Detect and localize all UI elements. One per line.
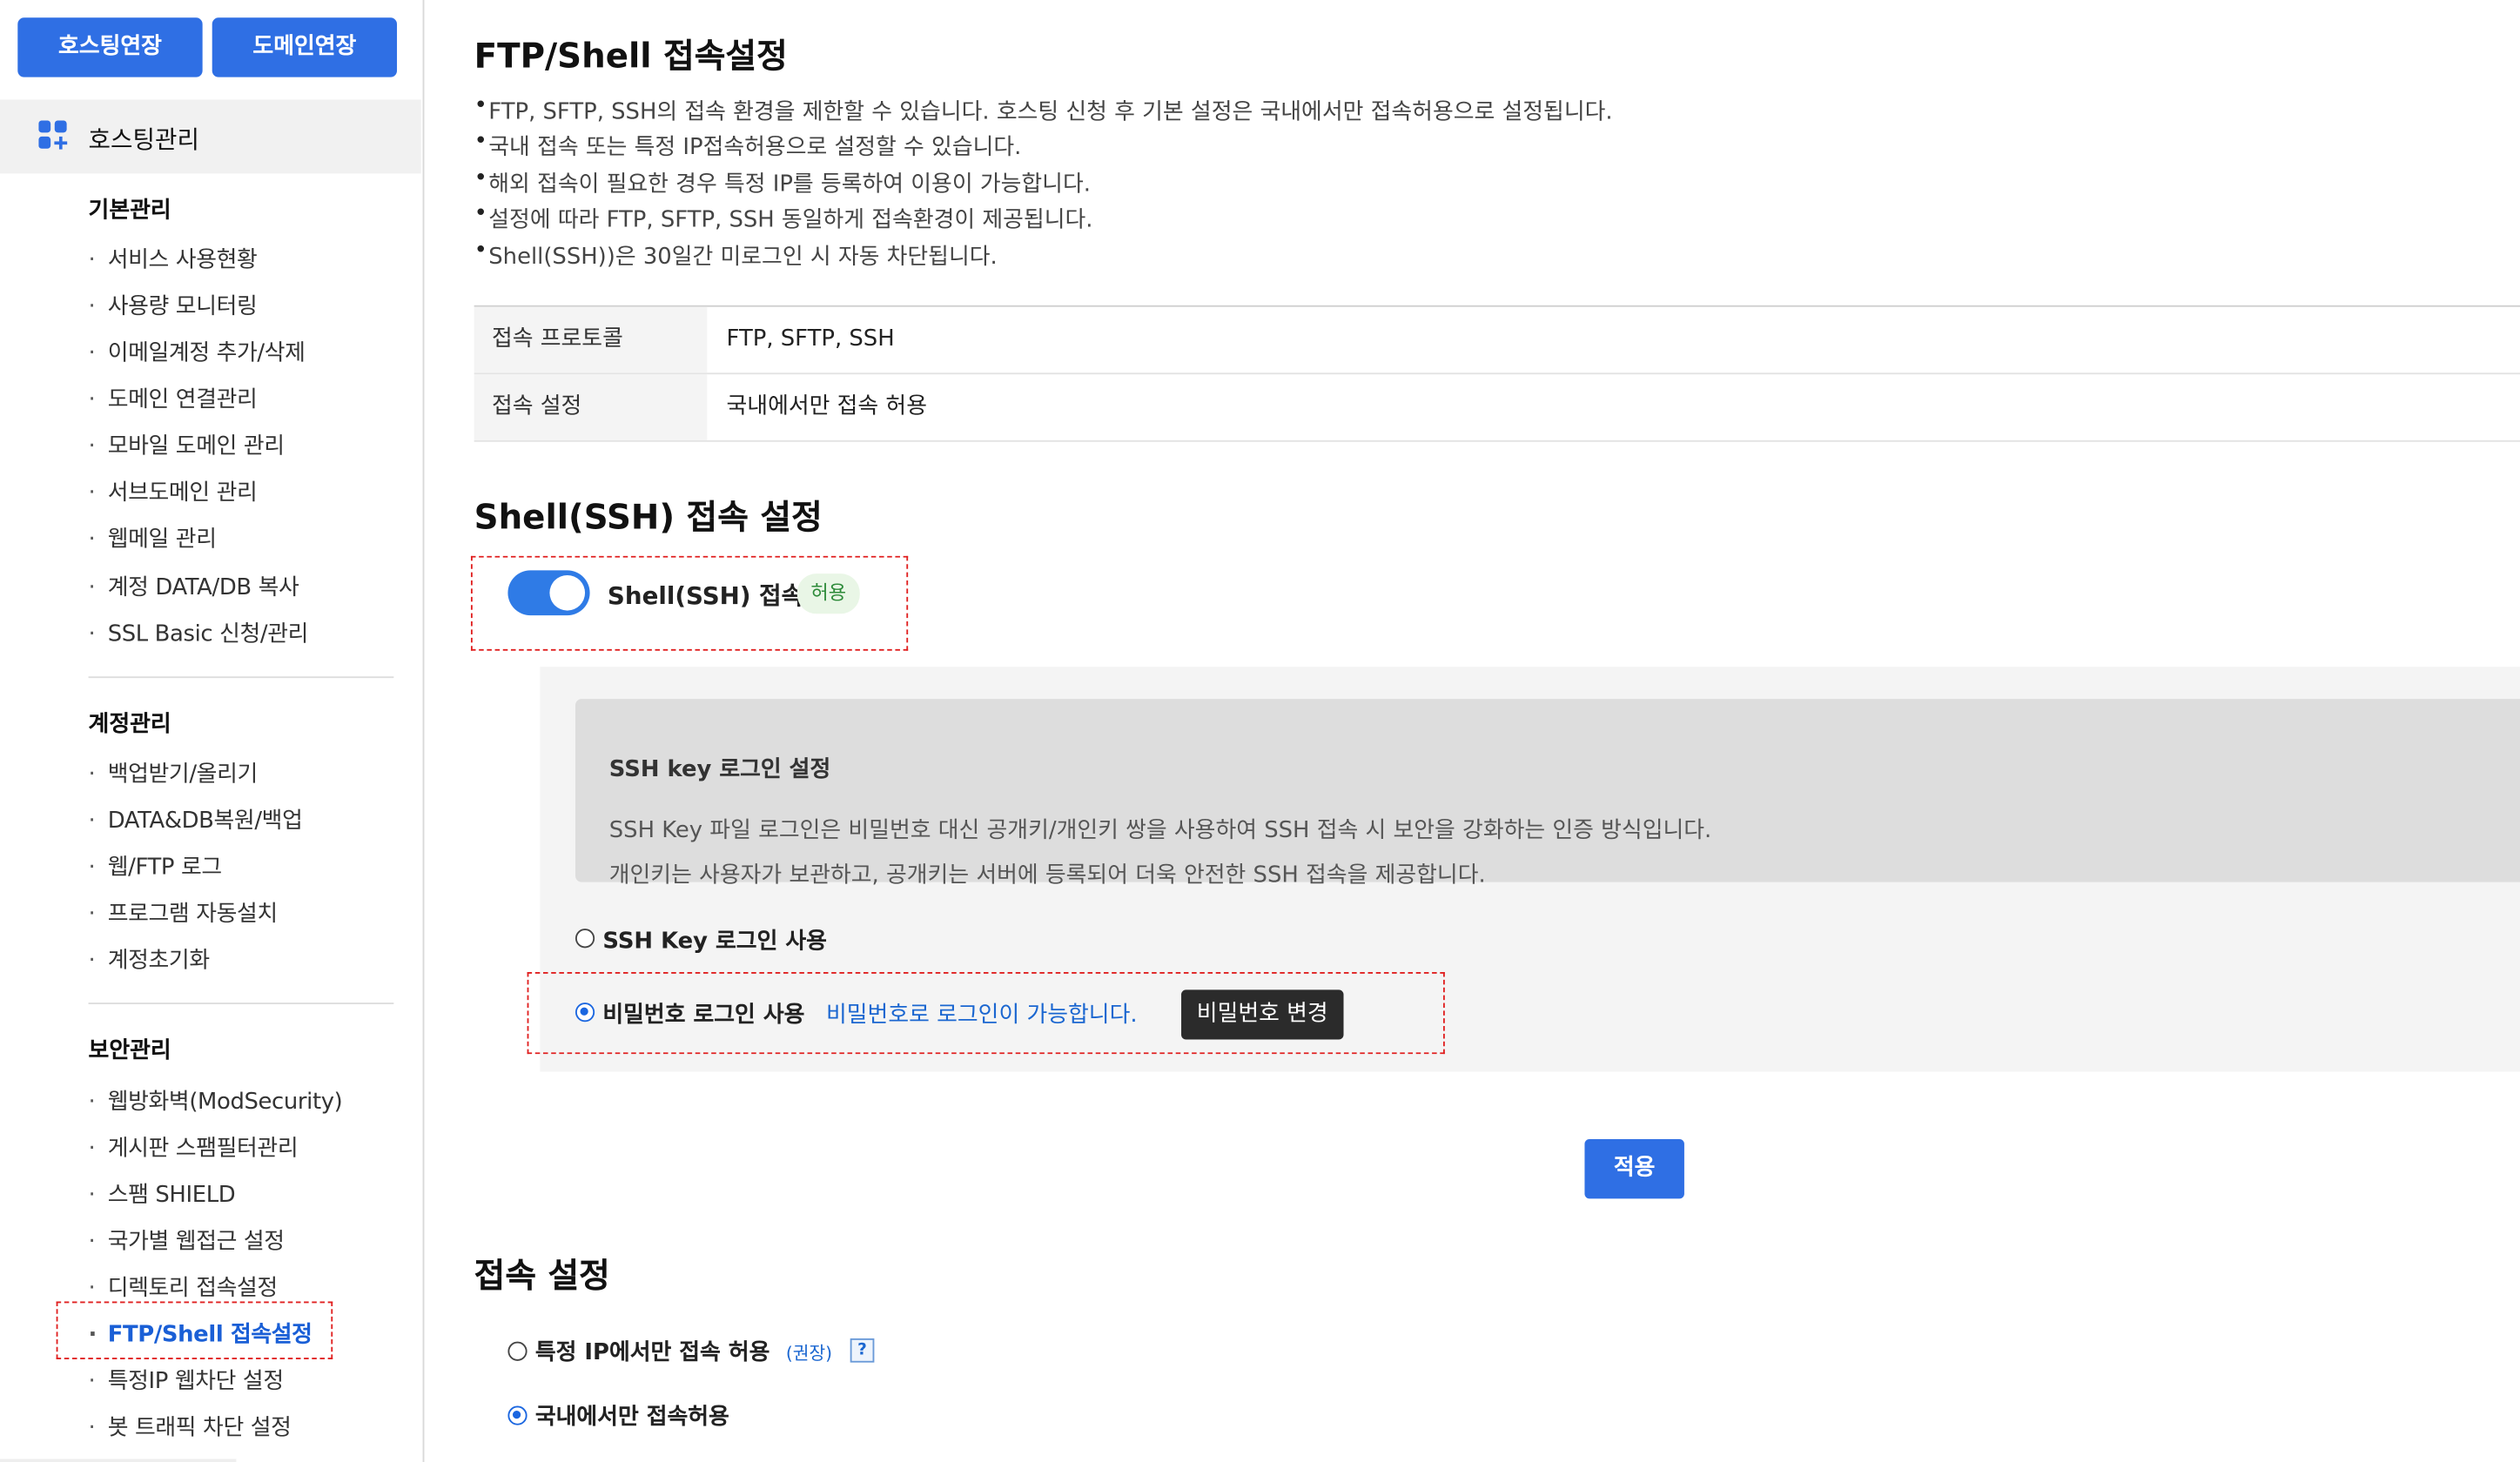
sidebar-item-email-accounts[interactable]: · 이메일계정 추가/삭제 — [89, 336, 306, 368]
sidebar-divider — [88, 1003, 394, 1004]
ssh-key-description: SSH Key 파일 로그인은 비밀번호 대신 공개키/개인키 쌍을 사용하여 … — [608, 817, 1712, 844]
help-icon[interactable]: ? — [850, 1338, 875, 1363]
hosting-extend-button[interactable]: 호스팅연장 — [17, 17, 203, 77]
specific-ip-radio[interactable] — [507, 1341, 528, 1361]
domestic-only-radio[interactable] — [507, 1405, 528, 1425]
ssh-key-title: SSH key 로그인 설정 — [608, 756, 831, 783]
settings-summary-table: 접속 프로토콜 FTP, SFTP, SSH 접속 설정 국내에서만 접속 허용 — [474, 305, 2520, 442]
sidebar-item-logs[interactable]: · 웹/FTP 로그 — [89, 850, 223, 882]
sidebar-item-restore[interactable]: · DATA&DB복원/백업 — [89, 803, 303, 835]
section-title-account: 계정관리 — [88, 711, 171, 738]
domain-extend-button[interactable]: 도메인연장 — [212, 17, 398, 77]
table-value-cell: 국내에서만 접속 허용 — [726, 393, 927, 419]
bottom-divider — [0, 1459, 237, 1462]
sidebar-item-directory-access[interactable]: · 디렉토리 접속설정 — [89, 1271, 279, 1303]
info-bullet: 설정에 따라 FTP, SFTP, SSH 동일하게 접속환경이 제공됩니다. — [474, 201, 1093, 235]
domestic-only-label[interactable]: 국내에서만 접속허용 — [535, 1399, 729, 1432]
ssh-key-login-label[interactable]: SSH Key 로그인 사용 — [602, 924, 827, 956]
recommended-tag: (권장) — [785, 1343, 833, 1365]
info-bullet: 해외 접속이 필요한 경우 특정 IP를 등록하여 이용이 가능합니다. — [474, 165, 1091, 199]
active-item-highlight — [56, 1301, 333, 1359]
sidebar-item-ip-block[interactable]: · 특정IP 웹차단 설정 — [89, 1365, 285, 1397]
change-password-button[interactable]: 비밀번호 변경 — [1181, 989, 1344, 1040]
sidebar-item-usage-monitoring[interactable]: · 사용량 모니터링 — [89, 289, 258, 321]
grid-plus-icon — [38, 120, 68, 150]
sidebar-item-service-usage[interactable]: · 서비스 사용현황 — [89, 243, 258, 275]
sidebar-item-account-copy[interactable]: · 계정 DATA/DB 복사 — [89, 570, 299, 602]
section-title-security: 보안관리 — [88, 1037, 171, 1064]
sidebar: 호스팅연장 도메인연장 호스팅관리 기본관리 · 서비스 사용현황 · 사용량 모니… — [0, 0, 425, 1462]
password-login-radio[interactable] — [575, 1003, 595, 1023]
table-row: 접속 프로토콜 FTP, SFTP, SSH — [474, 306, 2520, 375]
table-value-cell: FTP, SFTP, SSH — [726, 325, 895, 352]
status-badge: 허용 — [796, 573, 860, 614]
sidebar-item-waf[interactable]: · 웹방화벽(ModSecurity) — [89, 1084, 343, 1117]
ssh-access-toggle[interactable] — [507, 570, 590, 616]
ssh-key-info-box: SSH key 로그인 설정 SSH Key 파일 로그인은 비밀번호 대신 공… — [575, 699, 2520, 889]
ssh-key-login-radio[interactable] — [575, 929, 595, 949]
sidebar-item-mobile-domain[interactable]: · 모바일 도메인 관리 — [89, 429, 286, 461]
password-login-label[interactable]: 비밀번호 로그인 사용 — [602, 998, 804, 1030]
table-row: 접속 설정 국내에서만 접속 허용 — [474, 374, 2520, 442]
password-login-hint: 비밀번호로 로그인이 가능합니다. — [825, 1003, 1138, 1029]
sidebar-item-auto-install[interactable]: · 프로그램 자동설치 — [89, 896, 279, 929]
sidebar-item-domain-connection[interactable]: · 도메인 연결관리 — [89, 382, 258, 414]
page-title: FTP/Shell 접속설정 — [474, 37, 788, 76]
info-bullet: Shell(SSH))은 30일간 미로그인 시 자동 차단됩니다. — [474, 238, 998, 272]
sidebar-item-reset[interactable]: · 계정초기화 — [89, 943, 211, 976]
sidebar-item-webmail[interactable]: · 웹메일 관리 — [89, 522, 217, 554]
table-header-cell: 접속 프로토콜 — [474, 306, 708, 373]
toggle-knob — [549, 574, 586, 611]
sidebar-item-ssl-basic[interactable]: · SSL Basic 신청/관리 — [89, 617, 309, 649]
sidebar-item-backup[interactable]: · 백업받기/올리기 — [89, 757, 259, 789]
apply-button[interactable]: 적용 — [1584, 1139, 1684, 1199]
sidebar-item-spam-shield[interactable]: · 스팸 SHIELD — [89, 1177, 236, 1210]
access-section-title: 접속 설정 — [474, 1256, 610, 1296]
ssh-access-label: Shell(SSH) 접속 — [607, 581, 804, 611]
ssh-settings-panel: SSH key 로그인 설정 SSH Key 파일 로그인은 비밀번호 대신 공… — [527, 667, 2520, 1072]
info-bullet: FTP, SFTP, SSH의 접속 환경을 제한할 수 있습니다. 호스팅 신… — [474, 93, 1613, 127]
sidebar-item-country-access[interactable]: · 국가별 웹접근 설정 — [89, 1224, 286, 1257]
sidebar-item-subdomain[interactable]: · 서브도메인 관리 — [89, 476, 258, 508]
sidebar-divider — [88, 676, 394, 679]
specific-ip-label[interactable]: 특정 IP에서만 접속 허용 — [535, 1335, 770, 1367]
main-content: FTP/Shell 접속설정 FTP, SFTP, SSH의 접속 환경을 제한… — [424, 0, 2520, 1462]
section-title-basic: 기본관리 — [88, 198, 171, 224]
sidebar-item-bot-block[interactable]: · 봇 트래픽 차단 설정 — [89, 1411, 292, 1443]
ssh-key-description: 개인키는 사용자가 보관하고, 공개키는 서버에 등록되어 더욱 안전한 SSH… — [608, 862, 1486, 889]
table-header-cell: 접속 설정 — [474, 374, 708, 440]
hosting-management-label: 호스팅관리 — [88, 125, 199, 155]
ssh-section-title: Shell(SSH) 접속 설정 — [474, 498, 823, 537]
info-bullet: 국내 접속 또는 특정 IP접속허용으로 설정할 수 있습니다. — [474, 129, 1022, 163]
sidebar-item-spam-filter[interactable]: · 게시판 스팸필터관리 — [89, 1131, 299, 1164]
